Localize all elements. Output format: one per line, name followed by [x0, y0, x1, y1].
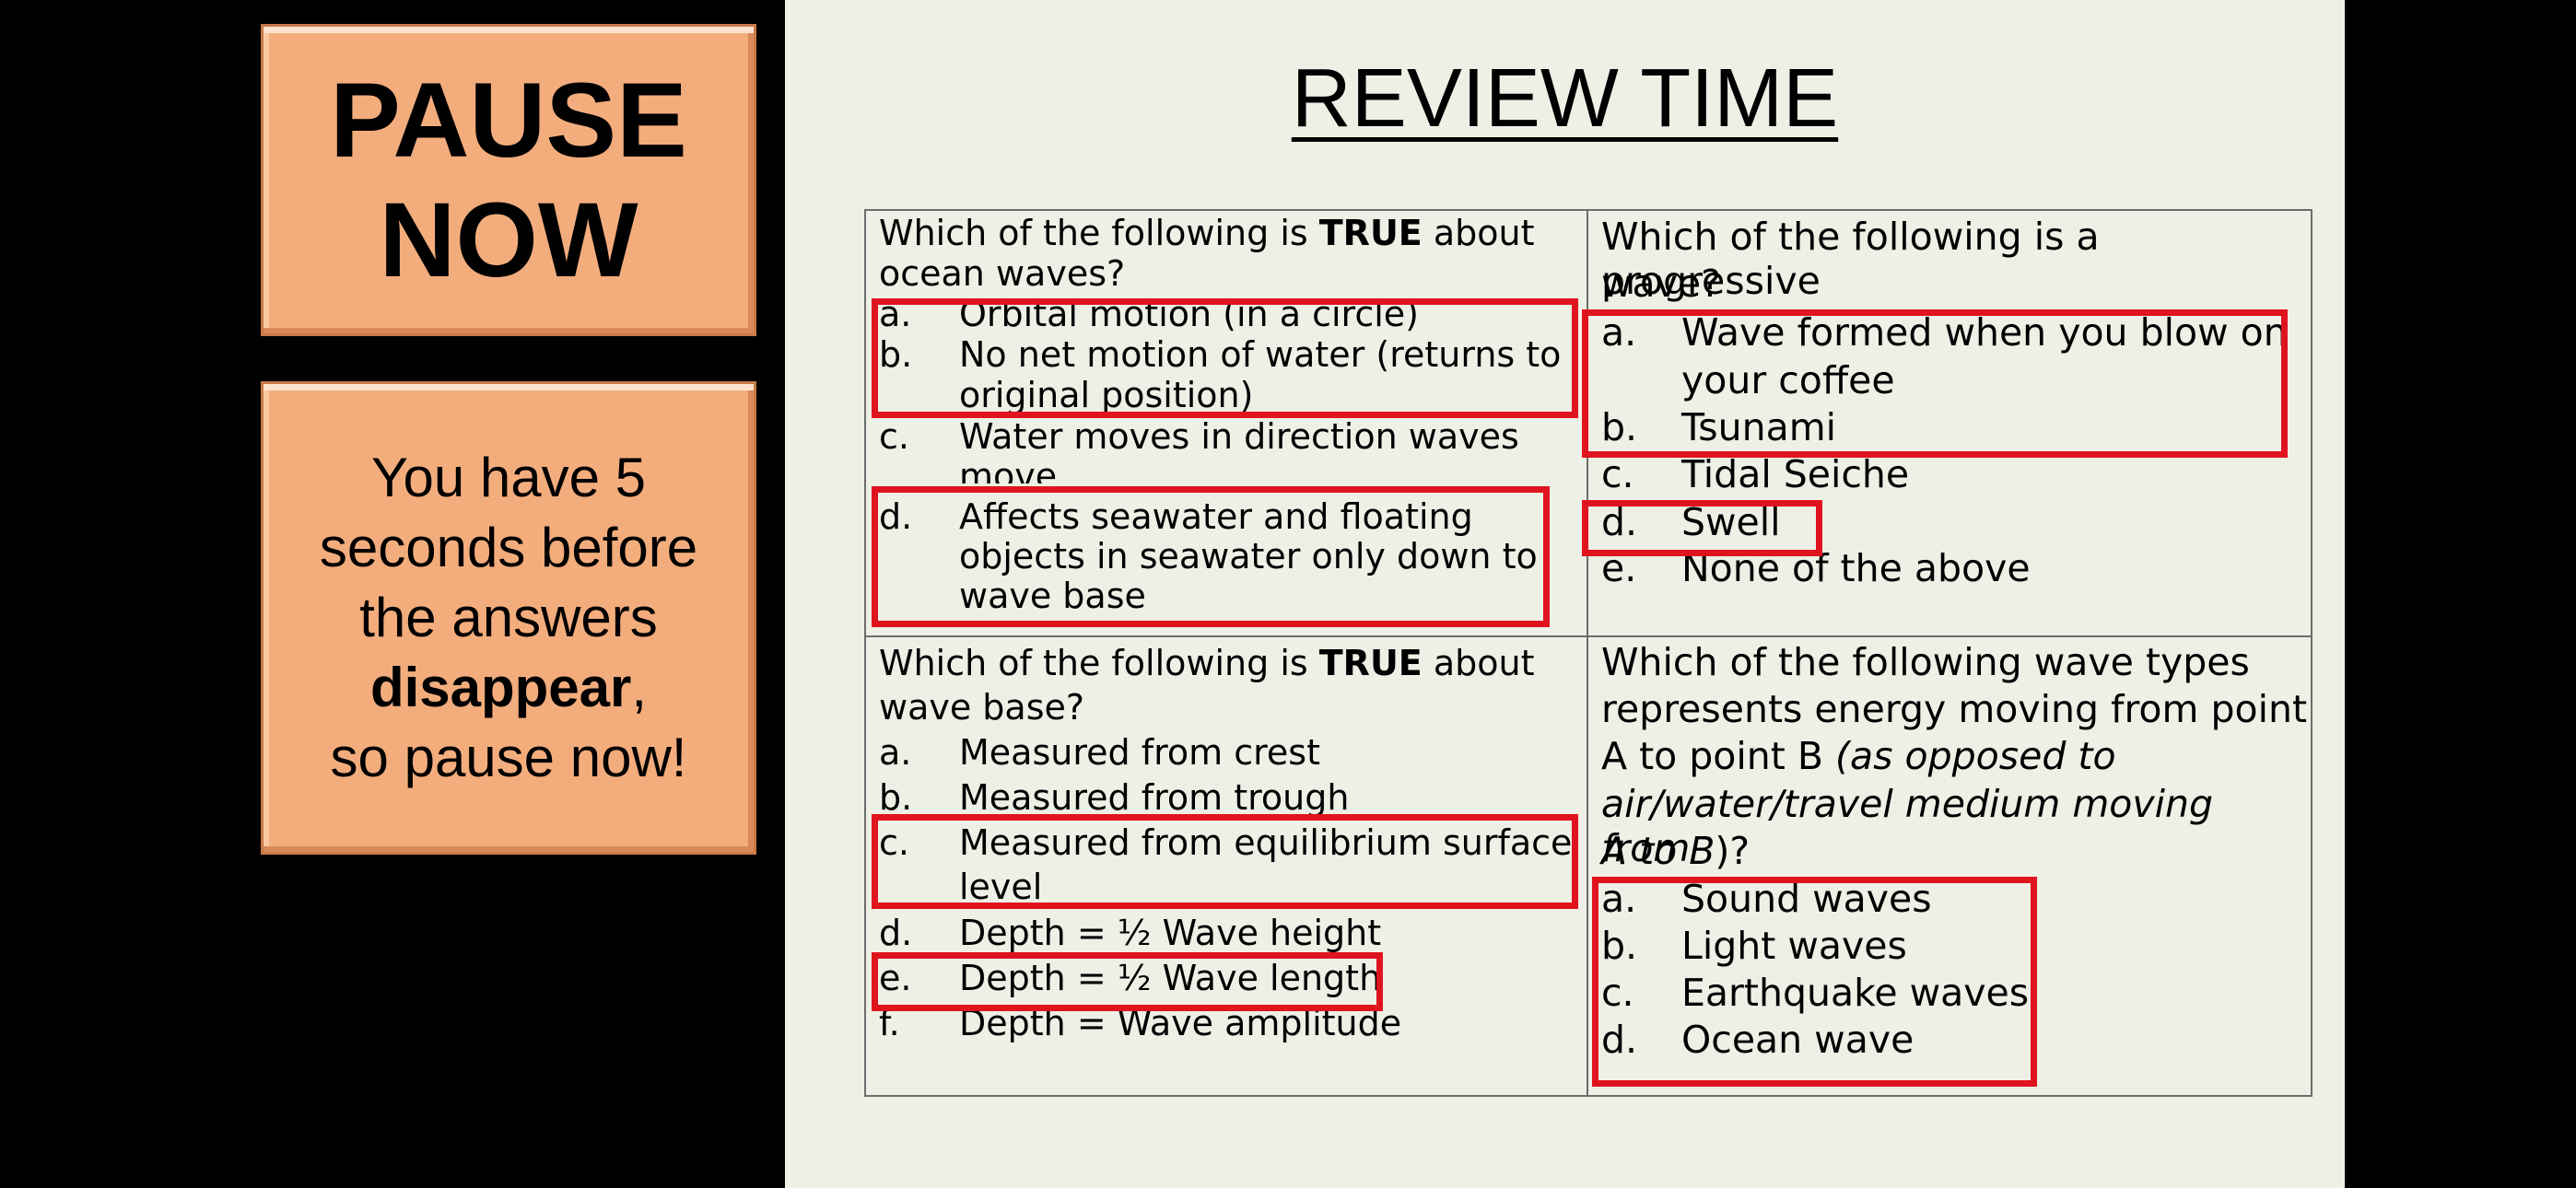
q3-option-a-letter: a.: [879, 732, 912, 773]
timer-line-4: disappear,: [320, 653, 697, 723]
timer-line-2: seconds before: [319, 517, 698, 578]
timer-comma: ,: [631, 657, 648, 718]
now-label: NOW: [379, 181, 638, 299]
q3-option-a: Measured from crest: [959, 732, 1320, 773]
q2-line-2: wave?: [1601, 262, 1721, 306]
q3-option-d-letter: d.: [879, 913, 913, 953]
q3-answer-highlight-c: [872, 814, 1578, 909]
q2-option-c: Tidal Seiche: [1681, 452, 1910, 496]
q4-line-1: Which of the following wave types: [1601, 640, 2250, 684]
q3-answer-highlight-e: [872, 952, 1383, 1011]
q4-line-3: A to point B (as opposed to: [1601, 734, 2116, 778]
timer-line-3: the answers: [359, 587, 658, 648]
q4-line-2: represents energy moving from point: [1601, 687, 2308, 731]
q1-answer-highlight-d: [872, 486, 1550, 627]
q1-line-2: ocean waves?: [879, 253, 1126, 294]
q1-option-c: Water moves in direction waves: [959, 416, 1519, 457]
timer-line-1: You have 5: [370, 447, 647, 508]
q3-option-b: Measured from trough: [959, 777, 1350, 818]
pause-now-panel: PAUSE NOW: [261, 24, 756, 336]
quiz-table: Which of the following is TRUE about oce…: [864, 209, 2313, 1097]
q3-line-2: wave base?: [879, 687, 1085, 728]
q2-answer-highlight-ab: [1582, 309, 2288, 458]
timer-message-panel: You have 5 seconds before the answers di…: [261, 381, 756, 855]
q4-answer-highlight-abcd: [1592, 877, 2037, 1087]
q1-option-c-cont: move: [959, 456, 1058, 483]
q4-line-5: A to B)?: [1601, 829, 1751, 873]
slide-title: REVIEW TIME: [785, 48, 2345, 149]
q1-answer-highlight-ab: [872, 298, 1578, 418]
q2-answer-highlight-d: [1582, 500, 1822, 556]
slide-title-text: REVIEW TIME: [1291, 52, 1839, 145]
timer-line-5: so pause now!: [330, 727, 687, 788]
q3-option-b-letter: b.: [879, 777, 913, 818]
disappear-word: disappear: [369, 657, 632, 718]
table-divider-horizontal: [866, 635, 2311, 637]
pause-label: PAUSE: [330, 61, 687, 180]
q3-line-1: Which of the following is TRUE about: [879, 643, 1535, 683]
timer-message: You have 5 seconds before the answers di…: [320, 443, 697, 793]
q1-line-1: Which of the following is TRUE about: [879, 213, 1535, 253]
q2-option-c-letter: c.: [1601, 452, 1634, 496]
q3-option-d: Depth = ½ Wave height: [959, 913, 1382, 953]
q1-option-c-letter: c.: [879, 416, 909, 457]
